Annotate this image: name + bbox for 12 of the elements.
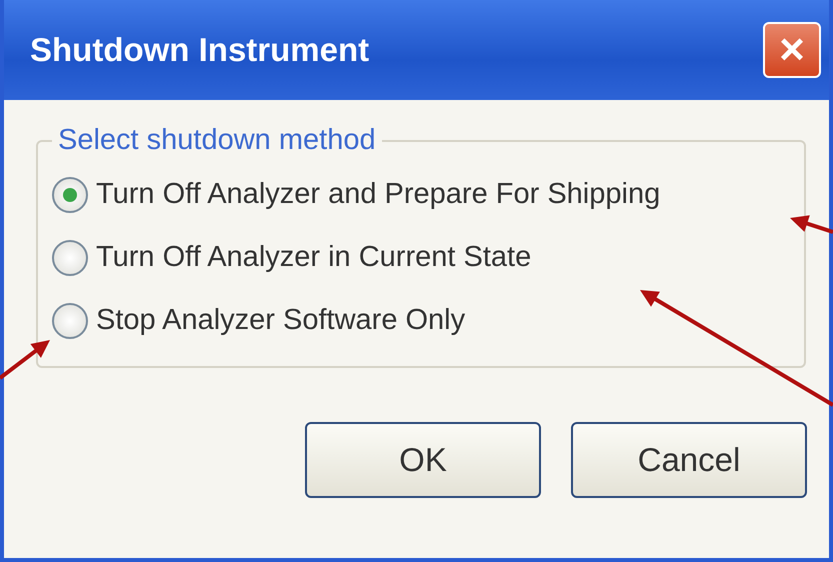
- option-label[interactable]: Stop Analyzer Software Only: [96, 304, 466, 337]
- radio-button[interactable]: [52, 176, 88, 212]
- radio-button[interactable]: [52, 240, 88, 276]
- annotation-arrow: [0, 340, 50, 380]
- group-label: Select shutdown method: [57, 124, 377, 157]
- option-label[interactable]: Turn Off Analyzer in Current State: [96, 241, 532, 274]
- ok-button[interactable]: OK: [305, 422, 541, 498]
- cancel-button[interactable]: Cancel: [571, 422, 807, 498]
- radio-button[interactable]: [52, 302, 88, 338]
- option-label[interactable]: Turn Off Analyzer and Prepare For Shipping: [96, 178, 660, 211]
- window-title: Shutdown Instrument: [30, 31, 370, 69]
- annotation-arrow: [790, 215, 833, 234]
